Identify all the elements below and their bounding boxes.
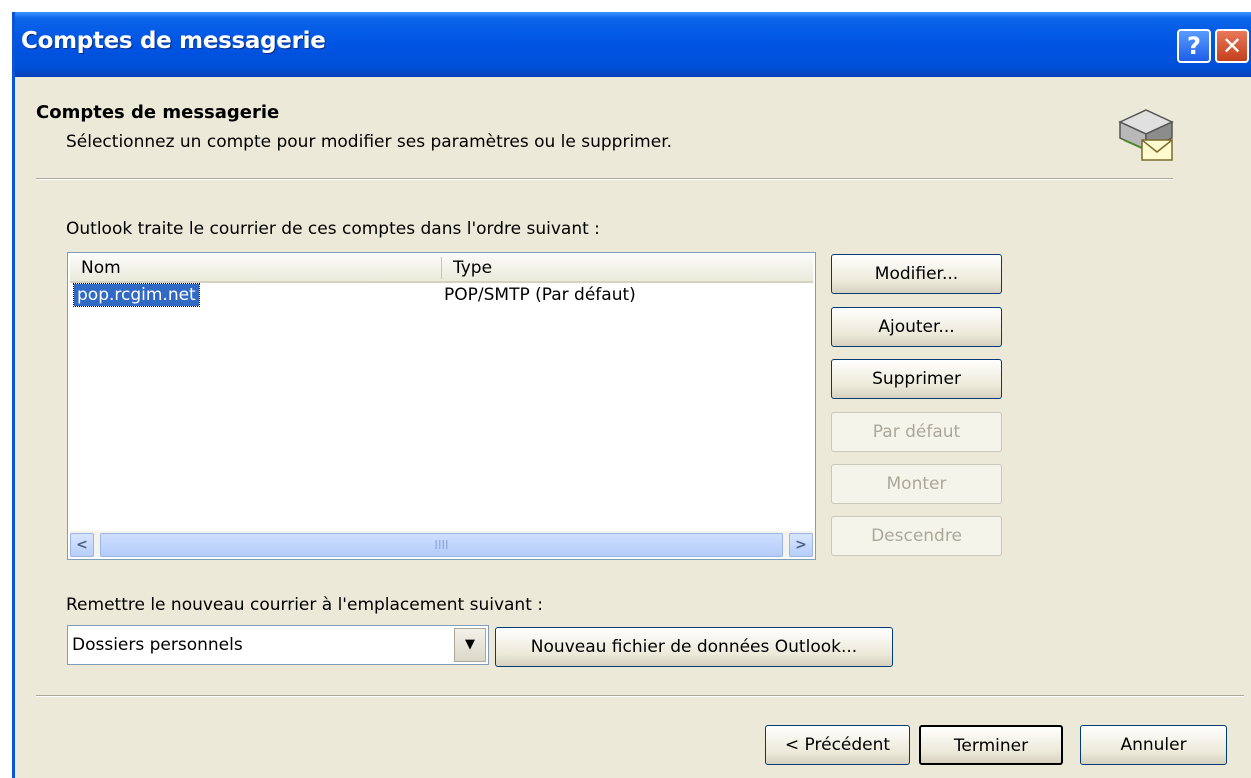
dropdown-arrow-icon[interactable]: ▼ xyxy=(454,628,486,662)
new-data-file-button[interactable]: Nouveau fichier de données Outlook... xyxy=(495,627,893,667)
accounts-dialog: Comptes de messagerie ? ✕ Comptes de mes… xyxy=(12,12,1251,778)
delivery-location-select[interactable]: Dossiers personnels ▼ xyxy=(67,625,489,665)
add-button[interactable]: Ajouter... xyxy=(831,307,1002,347)
background-strip xyxy=(0,0,1251,12)
footer-divider xyxy=(36,695,1244,697)
accounts-list[interactable]: Nom Type pop.rcgim.net POP/SMTP (Par déf… xyxy=(67,252,816,560)
horizontal-scrollbar[interactable]: < IIII > xyxy=(70,531,813,557)
move-up-button[interactable]: Monter xyxy=(831,464,1002,504)
window-title: Comptes de messagerie xyxy=(21,28,326,54)
delivery-label: Remettre le nouveau courrier à l'emplace… xyxy=(66,595,544,615)
page-subheading: Sélectionnez un compte pour modifier ses… xyxy=(66,132,673,152)
scrollbar-thumb[interactable]: IIII xyxy=(100,533,783,557)
page-heading: Comptes de messagerie xyxy=(36,102,280,123)
title-bar[interactable]: Comptes de messagerie ? ✕ xyxy=(15,12,1251,77)
finish-button[interactable]: Terminer xyxy=(919,725,1063,765)
account-type-cell: POP/SMTP (Par défaut) xyxy=(444,285,636,305)
cancel-button[interactable]: Annuler xyxy=(1080,725,1227,765)
scroll-right-icon[interactable]: > xyxy=(789,533,813,557)
help-button[interactable]: ? xyxy=(1177,29,1211,63)
remove-button[interactable]: Supprimer xyxy=(831,359,1002,399)
table-row[interactable]: pop.rcgim.net POP/SMTP (Par défaut) xyxy=(70,283,813,307)
delivery-location-value: Dossiers personnels xyxy=(72,635,243,655)
scroll-left-icon[interactable]: < xyxy=(70,533,94,557)
close-button[interactable]: ✕ xyxy=(1215,29,1249,63)
column-header-nom[interactable]: Nom xyxy=(70,257,442,279)
column-header-type[interactable]: Type xyxy=(442,257,813,279)
account-name-cell[interactable]: pop.rcgim.net xyxy=(73,283,200,307)
header-divider xyxy=(36,178,1173,180)
accounts-list-label: Outlook traite le courrier de ces compte… xyxy=(66,219,600,239)
move-down-button[interactable]: Descendre xyxy=(831,516,1002,556)
background-edge xyxy=(0,12,12,778)
set-default-button[interactable]: Par défaut xyxy=(831,412,1002,452)
mail-server-icon xyxy=(1118,109,1174,161)
previous-button[interactable]: < Précédent xyxy=(765,725,910,765)
modify-button[interactable]: Modifier... xyxy=(831,254,1002,294)
list-header: Nom Type xyxy=(70,255,813,283)
